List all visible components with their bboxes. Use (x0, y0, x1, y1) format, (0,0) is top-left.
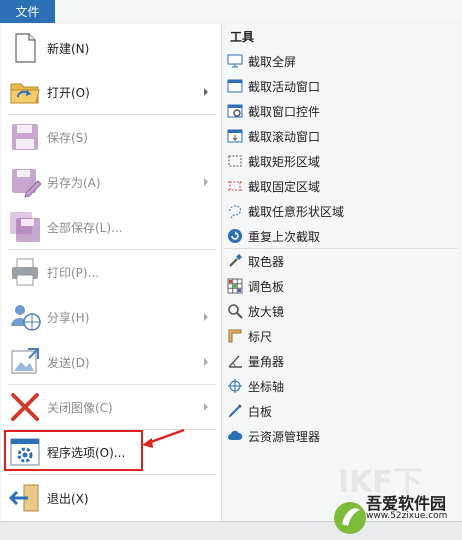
highlight-annotation-box (4, 430, 143, 471)
tools-header: 工具 (230, 30, 255, 44)
submenu-arrow-icon (204, 313, 208, 321)
tool-item-repeat-last-capture[interactable]: 重复上次截取 (226, 225, 456, 247)
menu-item-label: 打印(P)... (47, 265, 100, 280)
menu-item-save[interactable]: 保存(S) (0, 115, 220, 159)
printer-icon (8, 255, 42, 289)
menu-item-open[interactable]: 打开(O) (0, 70, 220, 114)
repeat-icon (227, 228, 243, 244)
tool-label: 量角器 (248, 354, 285, 369)
submenu-arrow-icon (204, 88, 208, 96)
menu-item-exit[interactable]: 退出(X) (0, 476, 220, 520)
annotation-arrow-icon (142, 428, 185, 448)
scroll-window-icon (227, 128, 243, 144)
menu-item-label: 保存(S) (47, 130, 88, 145)
tool-label: 截取任意形状区域 (248, 204, 345, 219)
exit-door-icon (8, 481, 42, 515)
menu-item-label: 退出(X) (47, 491, 89, 506)
tool-item-capture-scroll-window[interactable]: 截取滚动窗口 (226, 125, 456, 147)
tool-item-capture-fullscreen[interactable]: 截取全屏 (226, 50, 456, 72)
protractor-icon (227, 353, 243, 369)
menu-item-send[interactable]: 发送(D) (0, 340, 220, 384)
file-tab[interactable]: 文件 (0, 0, 55, 23)
eyedropper-icon (227, 253, 243, 269)
menu-bar (0, 0, 462, 24)
tool-label: 白板 (248, 404, 273, 419)
tool-label: 取色器 (248, 254, 285, 269)
menu-item-print[interactable]: 打印(P)... (0, 250, 220, 294)
tool-item-capture-freeform[interactable]: 截取任意形状区域 (226, 200, 456, 222)
divider (224, 248, 458, 249)
ruler-icon (227, 328, 243, 344)
tool-item-crosshair[interactable]: 坐标轴 (226, 375, 456, 397)
menu-item-label: 分享(H) (47, 310, 90, 325)
tool-label: 截取全屏 (248, 54, 297, 69)
tool-label: 截取活动窗口 (248, 79, 321, 94)
menu-item-label: 另存为(A) (47, 175, 101, 190)
tool-label: 截取窗口控件 (248, 104, 321, 119)
fixed-region-icon (227, 178, 243, 194)
menu-item-close-image[interactable]: 关闭图像(C) (0, 385, 220, 429)
save-all-icon (8, 210, 42, 244)
cloud-icon (227, 428, 243, 444)
monitor-icon (227, 53, 243, 69)
magnifier-icon (227, 303, 243, 319)
menu-item-label: 发送(D) (47, 355, 90, 370)
open-folder-icon (8, 75, 42, 109)
save-as-icon (8, 165, 42, 199)
freeform-region-icon (227, 203, 243, 219)
tool-item-ruler[interactable]: 标尺 (226, 325, 456, 347)
tool-label: 云资源管理器 (248, 429, 321, 444)
menu-item-share[interactable]: 分享(H) (0, 295, 220, 339)
tool-label: 坐标轴 (248, 379, 285, 394)
send-image-icon (8, 345, 42, 379)
menu-item-label: 新建(N) (47, 41, 90, 56)
menu-item-label: 全部保存(L)... (47, 220, 123, 235)
tool-item-magnifier[interactable]: 放大镜 (226, 300, 456, 322)
tool-label: 放大镜 (248, 304, 285, 319)
submenu-arrow-icon (204, 358, 208, 366)
rectangle-region-icon (227, 153, 243, 169)
divider (8, 474, 216, 475)
submenu-arrow-icon (204, 178, 208, 186)
tool-item-capture-fixed-region[interactable]: 截取固定区域 (226, 175, 456, 197)
tool-label: 截取矩形区域 (248, 154, 321, 169)
tool-label: 重复上次截取 (248, 229, 321, 244)
window-icon (227, 78, 243, 94)
menu-item-label: 关闭图像(C) (47, 400, 113, 415)
tool-item-protractor[interactable]: 量角器 (226, 350, 456, 372)
crosshair-icon (227, 378, 243, 394)
palette-icon (227, 278, 243, 294)
close-x-icon (8, 390, 42, 424)
tool-label: 调色板 (248, 279, 285, 294)
whiteboard-icon (227, 403, 243, 419)
share-users-icon (8, 300, 42, 334)
window-control-icon (227, 103, 243, 119)
menu-item-label: 打开(O) (47, 85, 90, 100)
menu-item-new[interactable]: 新建(N) (0, 26, 220, 70)
menu-item-save-as[interactable]: 另存为(A) (0, 160, 220, 204)
tool-label: 截取固定区域 (248, 179, 321, 194)
tool-label: 标尺 (248, 329, 273, 344)
watermark-site: www.52zixue.com (366, 511, 448, 521)
tool-item-whiteboard[interactable]: 白板 (226, 400, 456, 422)
tool-item-color-picker[interactable]: 取色器 (226, 250, 456, 272)
tool-label: 截取滚动窗口 (248, 129, 321, 144)
submenu-arrow-icon (204, 403, 208, 411)
tool-item-capture-window-control[interactable]: 截取窗口控件 (226, 100, 456, 122)
new-document-icon (8, 31, 42, 65)
tool-item-capture-active-window[interactable]: 截取活动窗口 (226, 75, 456, 97)
tool-item-capture-rectangle[interactable]: 截取矩形区域 (226, 150, 456, 172)
tool-item-color-palette[interactable]: 调色板 (226, 275, 456, 297)
menu-item-save-all[interactable]: 全部保存(L)... (0, 205, 220, 249)
save-disk-icon (8, 120, 42, 154)
tool-item-cloud-explorer[interactable]: 云资源管理器 (226, 425, 456, 447)
